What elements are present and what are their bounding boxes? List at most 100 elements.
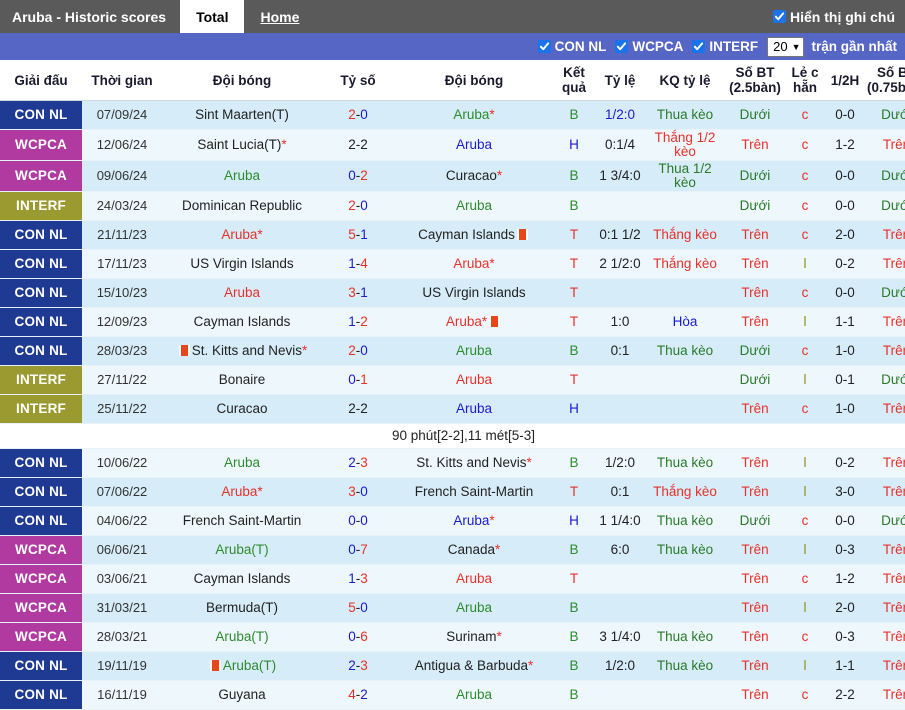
home-team[interactable]: Bermuda(T) — [162, 593, 322, 623]
header-half-time[interactable]: 1/2H — [824, 60, 866, 101]
away-team[interactable]: Aruba — [394, 129, 554, 161]
match-score[interactable]: 0-0 — [322, 506, 394, 536]
league-badge[interactable]: WCPCA — [0, 535, 82, 565]
league-badge[interactable]: CON NL — [0, 278, 82, 308]
header-time[interactable]: Thời gian — [82, 60, 162, 101]
header-score[interactable]: Tỷ số — [322, 60, 394, 101]
league-badge[interactable]: WCPCA — [0, 622, 82, 652]
away-team[interactable]: Aruba — [394, 593, 554, 623]
match-score[interactable]: 3-1 — [322, 278, 394, 308]
league-badge[interactable]: CON NL — [0, 249, 82, 279]
match-score[interactable]: 5-1 — [322, 220, 394, 250]
away-team[interactable]: Antigua & Barbuda* — [394, 651, 554, 681]
table-row[interactable]: WCPCA 06/06/21 Aruba(T) 0-7 Canada* B 6:0 Thua … — [0, 535, 905, 565]
table-row[interactable]: WCPCA 09/06/24 Aruba 0-2 Curacao* B 1 3/4:0 Thu… — [0, 160, 905, 192]
table-row[interactable]: CON NL 10/06/22 Aruba 2-3 St. Kitts and Nevi… — [0, 448, 905, 478]
home-team[interactable]: US Virgin Islands — [162, 249, 322, 279]
home-team[interactable]: Cayman Islands — [162, 564, 322, 594]
league-badge[interactable]: INTERF — [0, 191, 82, 221]
check-icon[interactable] — [773, 10, 786, 23]
filter-wcpca[interactable]: WCPCA — [615, 39, 683, 54]
filter-con-nl[interactable]: CON NL — [537, 39, 606, 54]
home-team[interactable]: Guyana — [162, 680, 322, 710]
away-team[interactable]: Surinam* — [394, 622, 554, 652]
away-team[interactable]: Aruba* — [394, 100, 554, 130]
show-notes-toggle[interactable]: Hiển thị ghi chú — [773, 0, 905, 33]
home-team[interactable]: St. Kitts and Nevis* — [162, 336, 322, 366]
table-row[interactable]: CON NL 07/06/22 Aruba* 3-0 French Saint-Mart… — [0, 477, 905, 507]
away-team[interactable]: Aruba — [394, 365, 554, 395]
home-team[interactable]: Dominican Republic — [162, 191, 322, 221]
match-score[interactable]: 2-0 — [322, 191, 394, 221]
header-ou-25[interactable]: Số BT (2.5bàn) — [724, 60, 786, 101]
table-row[interactable]: CON NL 16/11/19 Guyana 4-2 Aruba B Trên c 2-2 Trê… — [0, 680, 905, 710]
table-row[interactable]: CON NL 21/11/23 Aruba* 5-1 Cayman Islands T 0:… — [0, 220, 905, 250]
table-row[interactable]: CON NL 04/06/22 French Saint-Martin 0-0 Arub… — [0, 506, 905, 536]
away-team[interactable]: Canada* — [394, 535, 554, 565]
home-team[interactable]: Cayman Islands — [162, 307, 322, 337]
match-score[interactable]: 2-0 — [322, 336, 394, 366]
away-team[interactable]: Aruba — [394, 336, 554, 366]
table-row[interactable]: CON NL 07/09/24 Sint Maarten(T) 2-0 Aruba* B 1… — [0, 100, 905, 130]
match-score[interactable]: 0-2 — [322, 160, 394, 192]
home-team[interactable]: Aruba(T) — [162, 535, 322, 565]
check-icon[interactable] — [692, 40, 706, 53]
tab-home[interactable]: Home — [244, 0, 315, 33]
away-team[interactable]: Aruba* — [394, 249, 554, 279]
match-score[interactable]: 5-0 — [322, 593, 394, 623]
league-badge[interactable]: CON NL — [0, 448, 82, 478]
match-score[interactable]: 2-3 — [322, 448, 394, 478]
league-badge[interactable]: CON NL — [0, 100, 82, 130]
home-team[interactable]: Aruba(T) — [162, 622, 322, 652]
table-row[interactable]: WCPCA 12/06/24 Saint Lucia(T)* 2-2 Aruba H 0:1… — [0, 129, 905, 161]
header-away-team[interactable]: Đội bóng — [394, 60, 554, 101]
league-badge[interactable]: WCPCA — [0, 160, 82, 192]
chevron-down-icon[interactable]: ▼ — [792, 38, 801, 56]
match-score[interactable]: 0-1 — [322, 365, 394, 395]
away-team[interactable]: Aruba* — [394, 506, 554, 536]
table-row[interactable]: CON NL 15/10/23 Aruba 3-1 US Virgin Islands T… — [0, 278, 905, 308]
header-handicap[interactable]: Tỷ lệ — [594, 60, 646, 101]
league-badge[interactable]: WCPCA — [0, 564, 82, 594]
table-row[interactable]: INTERF 24/03/24 Dominican Republic 2-0 Aruba… — [0, 191, 905, 221]
header-home-team[interactable]: Đội bóng — [162, 60, 322, 101]
away-team[interactable]: French Saint-Martin — [394, 477, 554, 507]
league-badge[interactable]: WCPCA — [0, 129, 82, 161]
league-badge[interactable]: WCPCA — [0, 593, 82, 623]
home-team[interactable]: Aruba — [162, 160, 322, 192]
home-team[interactable]: Bonaire — [162, 365, 322, 395]
table-row[interactable]: INTERF 27/11/22 Bonaire 0-1 Aruba T Dưới l 0-1 Dư… — [0, 365, 905, 395]
league-badge[interactable]: CON NL — [0, 477, 82, 507]
match-score[interactable]: 2-2 — [322, 394, 394, 424]
header-odd-even[interactable]: Lẻ c hẵn — [786, 60, 824, 101]
table-row[interactable]: CON NL 28/03/23 St. Kitts and Nevis* 2-0 Aru… — [0, 336, 905, 366]
match-score[interactable]: 2-3 — [322, 651, 394, 681]
tab-total[interactable]: Total — [180, 0, 245, 33]
away-team[interactable]: US Virgin Islands — [394, 278, 554, 308]
home-team[interactable]: Saint Lucia(T)* — [162, 129, 322, 161]
home-team[interactable]: Curacao — [162, 394, 322, 424]
home-team[interactable]: Sint Maarten(T) — [162, 100, 322, 130]
table-row[interactable]: CON NL 12/09/23 Cayman Islands 1-2 Aruba* T 1:… — [0, 307, 905, 337]
away-team[interactable]: Aruba — [394, 191, 554, 221]
table-row[interactable]: CON NL 17/11/23 US Virgin Islands 1-4 Aruba*… — [0, 249, 905, 279]
table-row[interactable]: INTERF 25/11/22 Curacao 2-2 Aruba H Trên c 1-0 Tr… — [0, 394, 905, 424]
check-icon[interactable] — [615, 40, 629, 53]
league-badge[interactable]: CON NL — [0, 336, 82, 366]
table-row[interactable]: WCPCA 31/03/21 Bermuda(T) 5-0 Aruba B Trên l 2-0… — [0, 593, 905, 623]
header-league[interactable]: Giải đấu — [0, 60, 82, 101]
league-badge[interactable]: INTERF — [0, 365, 82, 395]
league-badge[interactable]: CON NL — [0, 220, 82, 250]
league-badge[interactable]: CON NL — [0, 680, 82, 710]
home-team[interactable]: Aruba — [162, 448, 322, 478]
away-team[interactable]: Aruba — [394, 564, 554, 594]
match-score[interactable]: 0-7 — [322, 535, 394, 565]
league-badge[interactable]: INTERF — [0, 394, 82, 424]
header-ou-075[interactable]: Số BT (0.75bàn) — [866, 60, 905, 101]
match-score[interactable]: 2-0 — [322, 100, 394, 130]
check-icon[interactable] — [537, 40, 551, 53]
away-team[interactable]: Aruba* — [394, 307, 554, 337]
away-team[interactable]: Aruba — [394, 680, 554, 710]
match-score[interactable]: 1-4 — [322, 249, 394, 279]
match-score[interactable]: 2-2 — [322, 129, 394, 161]
